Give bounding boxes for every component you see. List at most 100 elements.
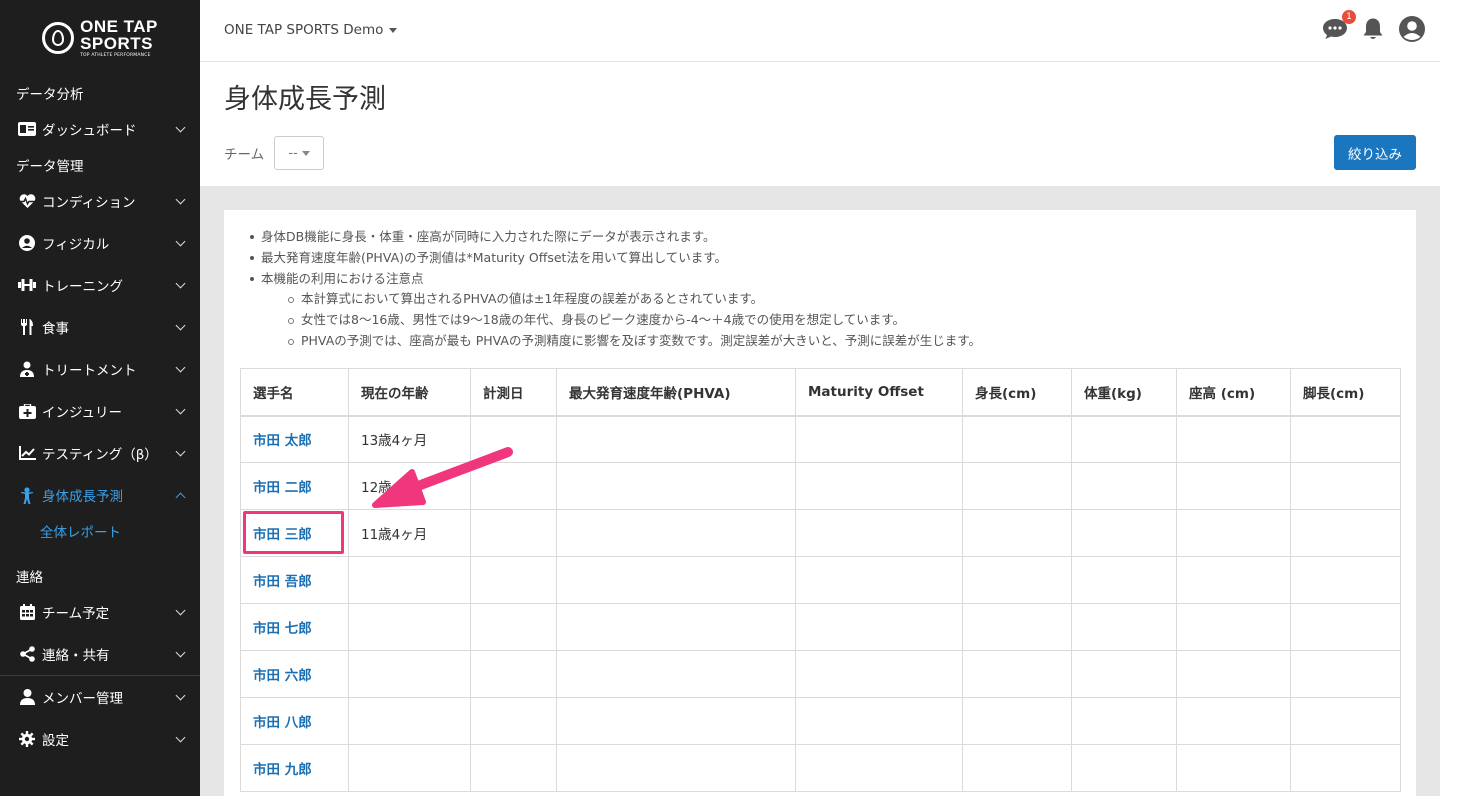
empty-cell [1176,603,1291,651]
note-subitem: 本計算式において算出されるPHVAの値は±1年程度の誤差があるとされています。 [246,289,981,310]
user-circle-icon [18,235,36,251]
column-header-phva[interactable]: 最大発育速度年齢(PHVA) [556,368,796,417]
empty-cell [1290,415,1401,463]
empty-cell [795,650,963,698]
logo-mark-icon [42,22,75,54]
chevron-down-icon [175,362,186,372]
empty-cell [962,556,1072,604]
age-cell: 12歳 [348,462,471,510]
column-header-leg-length[interactable]: 脚長(cm) [1290,368,1401,417]
empty-cell [470,697,557,745]
team-select[interactable]: -- [274,136,325,170]
sidebar-item-label: 設定 [42,733,69,749]
column-header-sitting-height[interactable]: 座高 (cm) [1176,368,1291,417]
sidebar-item-treatment[interactable]: トリートメント [0,348,200,390]
sidebar-item-growth[interactable]: 身体成長予測 [0,474,200,516]
empty-cell [556,650,796,698]
age-cell: 13歳4ヶ月 [348,415,471,463]
player-name-link[interactable]: 市田 二郎 [240,462,349,510]
share-icon [18,646,36,662]
empty-cell [470,650,557,698]
column-header-age[interactable]: 現在の年齢 [348,368,471,417]
empty-cell [1176,556,1291,604]
note-subitem: 女性では8～16歳、男性では9～18歳の年代、身長のピーク速度から-4～＋4歳で… [246,310,981,331]
empty-cell [556,462,796,510]
empty-cell [1071,603,1177,651]
table-row: 市田 二郎 12歳 [240,462,1401,510]
player-name-link[interactable]: 市田 太郎 [240,415,349,463]
sidebar-item-schedule[interactable]: チーム予定 [0,591,200,633]
page-header: 身体成長予測 チーム -- 絞り込み [200,63,1440,186]
column-header-height[interactable]: 身長(cm) [962,368,1072,417]
sidebar-item-condition[interactable]: コンディション [0,180,200,222]
filter-button[interactable]: 絞り込み [1334,135,1416,170]
heartbeat-icon [18,193,36,209]
age-cell [348,556,471,604]
empty-cell [1071,415,1177,463]
age-cell [348,744,471,792]
empty-cell [470,509,557,557]
column-header-player[interactable]: 選手名 [240,368,349,417]
sidebar-item-training[interactable]: トレーニング [0,264,200,306]
top-bar: ONE TAP SPORTS Demo 1 [200,0,1440,62]
empty-cell [795,697,963,745]
notifications-button[interactable] [1362,17,1384,41]
note-item: 最大発育速度年齢(PHVA)の予測値は*Maturity Offset法を用いて… [246,248,981,269]
team-switcher[interactable]: ONE TAP SPORTS Demo [224,22,398,38]
empty-cell [470,462,557,510]
notes-list: 身体DB機能に身長・体重・座高が同時に入力された際にデータが表示されます。 最大… [246,227,981,352]
player-name-link[interactable]: 市田 八郎 [240,697,349,745]
sidebar-item-label: メンバー管理 [42,691,123,707]
column-header-date[interactable]: 計測日 [470,368,557,417]
highlight-box [243,511,344,554]
table-row: 市田 吾郎 [240,556,1401,604]
empty-cell [795,462,963,510]
team-filter-label: チーム [224,147,265,163]
sidebar-item-settings[interactable]: 設定 [0,718,200,760]
column-header-maturity-offset[interactable]: Maturity Offset [795,368,963,417]
section-data-management: データ管理 [16,159,84,175]
empty-cell [1176,462,1291,510]
empty-cell [1176,415,1291,463]
sidebar-item-dashboard[interactable]: ダッシュボード [0,108,200,150]
sidebar-item-members[interactable]: メンバー管理 [0,676,200,718]
player-name-link[interactable]: 市田 六郎 [240,650,349,698]
chevron-down-icon [175,732,186,742]
chevron-down-icon [175,320,186,330]
sidebar-item-meal[interactable]: 食事 [0,306,200,348]
sidebar-item-label: 食事 [42,321,69,337]
team-filter: チーム -- [224,136,325,170]
empty-cell [470,744,557,792]
sidebar-item-physical[interactable]: フィジカル [0,222,200,264]
report-card: 身体DB機能に身長・体重・座高が同時に入力された際にデータが表示されます。 最大… [224,210,1416,796]
empty-cell [1176,744,1291,792]
table-row: 市田 七郎 [240,603,1401,651]
chevron-down-icon [175,236,186,246]
sidebar-item-label: トリートメント [42,363,137,379]
player-name-link[interactable]: 市田 九郎 [240,744,349,792]
sidebar: ONE TAP SPORTS TOP ATHLETE PERFORMANCE デ… [0,0,200,796]
sidebar-subitem-overall-report[interactable]: 全体レポート [0,516,200,546]
column-header-weight[interactable]: 体重(kg) [1071,368,1177,417]
messages-button[interactable]: 1 [1322,10,1356,41]
logo-line1: ONE TAP [80,16,158,36]
empty-cell [1290,697,1401,745]
team-select-value: -- [288,145,298,161]
sidebar-item-injury[interactable]: インジュリー [0,390,200,432]
empty-cell [962,462,1072,510]
empty-cell [556,697,796,745]
logo-subtitle: TOP ATHLETE PERFORMANCE [80,52,151,58]
dumbbell-icon [18,277,36,293]
player-name-link[interactable]: 市田 吾郎 [240,556,349,604]
note-subitem: PHVAの予測では、座高が最も PHVAの予測精度に影響を及ぼす変数です。測定誤… [246,331,981,352]
page-title: 身体成長予測 [224,84,386,115]
sidebar-item-share[interactable]: 連絡・共有 [0,633,200,675]
age-cell [348,697,471,745]
account-button[interactable] [1398,15,1426,43]
empty-cell [1071,744,1177,792]
player-name-link[interactable]: 市田 七郎 [240,603,349,651]
empty-cell [1290,650,1401,698]
sidebar-item-testing[interactable]: テスティング（β） [0,432,200,474]
app-logo[interactable]: ONE TAP SPORTS TOP ATHLETE PERFORMANCE [0,0,200,76]
growth-table: 選手名 現在の年齢 計測日 最大発育速度年齢(PHVA) Maturity Of… [240,368,1401,792]
